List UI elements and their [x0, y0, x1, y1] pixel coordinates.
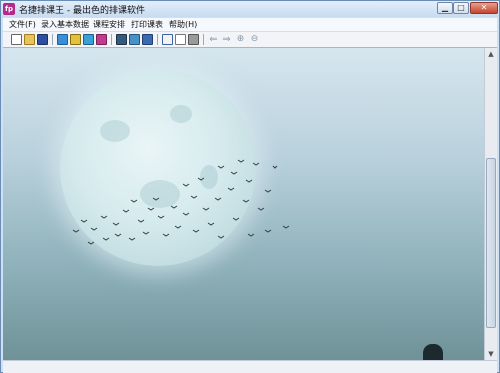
close-icon: ✕: [480, 3, 488, 12]
vertical-scrollbar[interactable]: ▲ ▼: [484, 48, 497, 360]
menu-file[interactable]: 文件(F): [9, 19, 36, 30]
toolbar-separator: [203, 34, 204, 45]
minimize-button[interactable]: ▁: [437, 2, 453, 14]
flying-birds: [72, 159, 290, 245]
book-icon[interactable]: [162, 34, 173, 45]
monitor-icon[interactable]: [142, 34, 153, 45]
maximize-icon: □: [457, 3, 465, 12]
scroll-down-arrow-icon[interactable]: ▼: [485, 348, 497, 360]
arrow-left-icon[interactable]: ⇐: [208, 34, 219, 45]
menu-course-schedule[interactable]: 课程安排: [93, 19, 125, 30]
window-title: 名捷排课王 - 最出色的排课软件: [19, 6, 145, 16]
title-bar[interactable]: fp 名捷排课王 - 最出色的排课软件 ▁ □ ✕: [1, 1, 499, 17]
preview-icon[interactable]: [175, 34, 186, 45]
user-icon[interactable]: [70, 34, 81, 45]
save-icon[interactable]: [37, 34, 48, 45]
toolbar-separator: [111, 34, 112, 45]
table-icon[interactable]: [83, 34, 94, 45]
maximize-button[interactable]: □: [453, 2, 469, 14]
open-folder-icon[interactable]: [24, 34, 35, 45]
scroll-up-arrow-icon[interactable]: ▲: [485, 48, 497, 60]
schedule-icon[interactable]: [129, 34, 140, 45]
toolbar-separator: [157, 34, 158, 45]
zoom-in-icon[interactable]: ⊕: [235, 34, 246, 45]
new-file-icon[interactable]: [11, 34, 22, 45]
toolbar-separator: [52, 34, 53, 45]
home-icon[interactable]: [57, 34, 68, 45]
photo-icon[interactable]: [116, 34, 127, 45]
post-silhouette: [423, 344, 443, 360]
app-window: fp 名捷排课王 - 最出色的排课软件 ▁ □ ✕ 文件(F) 录入基本数据 课…: [0, 0, 500, 373]
app-logo-icon: fp: [3, 3, 15, 15]
scroll-thumb[interactable]: [486, 158, 496, 328]
menu-print-timetable[interactable]: 打印课表: [131, 19, 163, 30]
toolbar: ⇐ ⇒ ⊕ ⊖: [3, 32, 497, 48]
menu-bar: 文件(F) 录入基本数据 课程安排 打印课表 帮助(H): [3, 18, 497, 32]
menu-basic-data[interactable]: 录入基本数据: [41, 19, 89, 30]
chart-icon[interactable]: [96, 34, 107, 45]
background-image: [3, 48, 484, 360]
status-bar: [3, 360, 497, 373]
arrow-right-icon[interactable]: ⇒: [221, 34, 232, 45]
close-button[interactable]: ✕: [470, 2, 498, 14]
minimize-icon: ▁: [441, 3, 449, 12]
print-icon[interactable]: [188, 34, 199, 45]
zoom-out-icon[interactable]: ⊖: [249, 34, 260, 45]
menu-help[interactable]: 帮助(H): [169, 19, 197, 30]
